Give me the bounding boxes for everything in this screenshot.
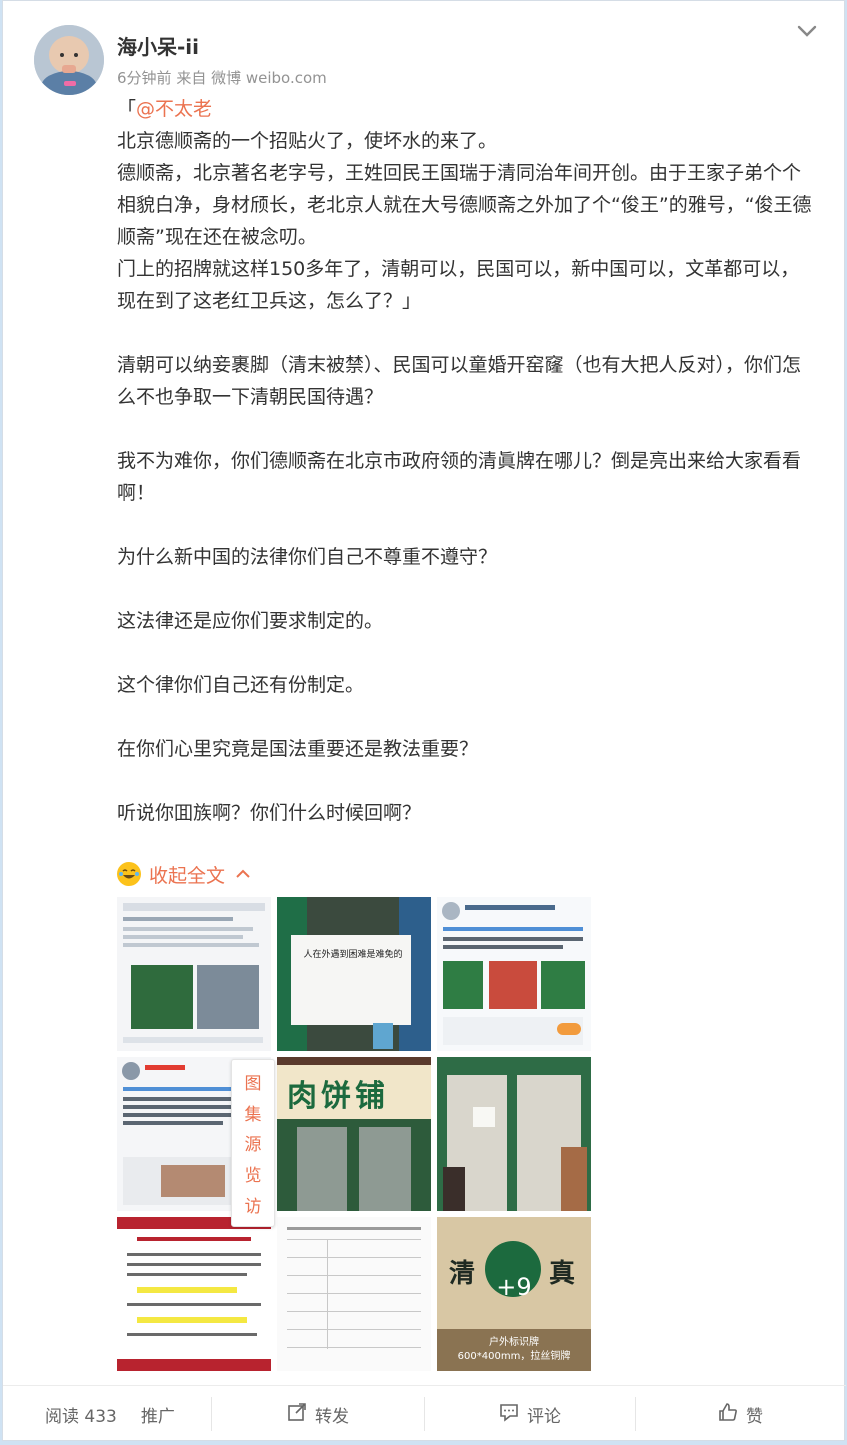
thumb-caption: 户外标识牌 — [489, 1337, 539, 1348]
more-images-count: +9 — [496, 1273, 532, 1301]
paragraph: 这法律还是应你们要求制定的。 — [117, 610, 384, 632]
comment-button[interactable]: 评论 — [425, 1386, 635, 1442]
post-time[interactable]: 6分钟前 — [117, 69, 172, 87]
side-tool-item[interactable]: 访 — [245, 1192, 262, 1217]
side-tool-item[interactable]: 图 — [245, 1069, 262, 1094]
paragraph: 为什么新中国的法律你们自己不尊重不遵守？ — [117, 546, 498, 568]
paragraph: 这个律你们自己还有份制定。 — [117, 674, 365, 696]
quote-open: 「 — [117, 98, 137, 120]
image-thumb[interactable] — [277, 1217, 431, 1371]
side-tool-item[interactable]: 览 — [245, 1161, 262, 1186]
paragraph: 北京德顺斋的一个招贴火了，使坏水的来了。 — [117, 130, 498, 152]
post-footer: 阅读 433 推广 转发 评论 赞 — [3, 1385, 846, 1442]
thumbs-up-icon — [718, 1402, 738, 1427]
image-thumb[interactable]: 肉饼铺 — [277, 1057, 431, 1211]
avatar[interactable] — [34, 25, 104, 95]
sign-text: 人在外遇到困难是难免的 — [303, 950, 403, 960]
chevron-down-icon[interactable] — [795, 19, 819, 43]
laugh-emoji-icon — [117, 862, 141, 886]
quote-line: 「@不太老 — [117, 93, 817, 125]
shop-sign-text: 肉饼铺 — [287, 1079, 389, 1114]
mention-link[interactable]: @不太老 — [136, 98, 212, 120]
side-tool-item[interactable]: 源 — [245, 1130, 262, 1155]
collapse-button[interactable]: 收起全文 — [117, 859, 251, 889]
promote-button[interactable]: 推广 — [141, 1402, 175, 1427]
image-thumb[interactable] — [437, 1057, 591, 1211]
forward-label: 转发 — [315, 1406, 349, 1427]
post-source: 来自 微博 weibo.com — [176, 69, 327, 87]
forward-button[interactable]: 转发 — [212, 1386, 424, 1442]
weibo-post-card: 海小呆-ii 6分钟前 来自 微博 weibo.com 「@不太老 北京德顺斋的… — [2, 0, 846, 1442]
like-label: 赞 — [746, 1406, 763, 1427]
paragraph: 听说你囬族啊？你们什么时候回啊？ — [117, 802, 422, 824]
paragraph: 德顺斋，北京著名老字号，王姓回民王国瑞于清同治年间开创。由于王家子弟个个相貌白净… — [117, 162, 812, 248]
footer-stats: 阅读 433 推广 — [3, 1386, 211, 1442]
image-thumb[interactable] — [117, 897, 271, 1051]
comment-label: 评论 — [527, 1406, 561, 1427]
image-thumb[interactable] — [437, 897, 591, 1051]
post-content: 「@不太老 北京德顺斋的一个招贴火了，使坏水的来了。 德顺斋，北京著名老字号，王… — [117, 93, 817, 829]
image-grid: 人在外遇到困难是难免的 肉饼铺 清 真 +9 户外标识牌 600*400mm，拉… — [117, 897, 591, 1371]
image-thumb[interactable] — [117, 1217, 271, 1371]
chevron-up-icon — [235, 863, 251, 885]
comment-icon — [499, 1402, 519, 1427]
image-side-toolbar: 图 集 源 览 访 — [231, 1059, 275, 1227]
paragraph: 门上的招牌就这样150多年了，清朝可以，民国可以，新中国可以，文革都可以，现在到… — [117, 258, 800, 312]
paragraph: 清朝可以纳妾裹脚（清末被禁）、民国可以童婚开窑窿（也有大把人反对），你们怎么不也… — [117, 354, 802, 408]
username[interactable]: 海小呆-ii — [117, 31, 199, 60]
image-thumb-more[interactable]: 清 真 +9 户外标识牌 600*400mm，拉丝铜牌 — [437, 1217, 591, 1371]
read-count: 阅读 433 — [45, 1406, 117, 1427]
paragraph: 在你们心里究竟是国法重要还是教法重要？ — [117, 738, 479, 760]
like-button[interactable]: 赞 — [636, 1386, 845, 1442]
paragraph: 我不为难你，你们德顺斋在北京市政府领的清眞牌在哪儿？倒是亮出来给大家看看啊！ — [117, 450, 802, 504]
post-meta: 6分钟前 来自 微博 weibo.com — [117, 67, 327, 88]
image-thumb[interactable]: 人在外遇到困难是难免的 — [277, 897, 431, 1051]
collapse-label: 收起全文 — [149, 864, 226, 887]
thumb-caption-2: 600*400mm，拉丝铜牌 — [457, 1351, 571, 1362]
side-tool-item[interactable]: 集 — [245, 1100, 262, 1125]
share-icon — [287, 1402, 307, 1427]
